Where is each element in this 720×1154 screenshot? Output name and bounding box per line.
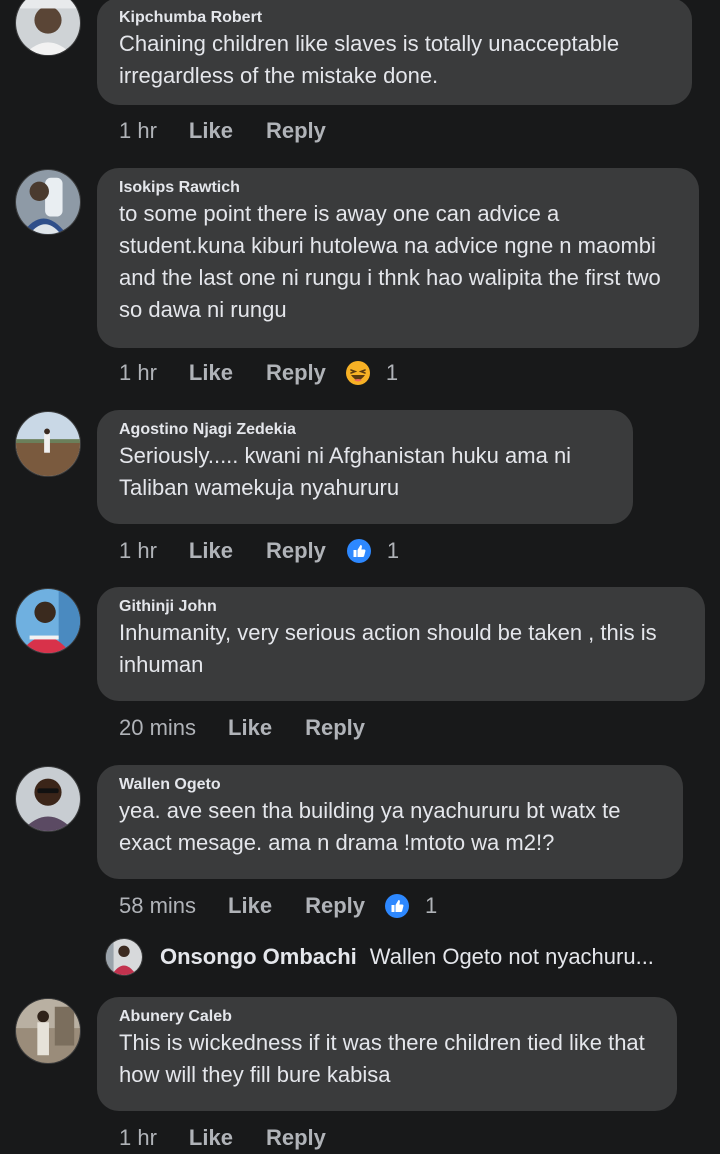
- like-thumb-icon: [385, 894, 409, 918]
- comment-author[interactable]: Wallen Ogeto: [119, 775, 661, 795]
- avatar-image: [16, 0, 80, 55]
- avatar-image: [16, 412, 80, 476]
- reaction-summary[interactable]: 1: [385, 893, 437, 919]
- comment-timestamp[interactable]: 1 hr: [119, 538, 157, 564]
- comment-timestamp[interactable]: 1 hr: [119, 1125, 157, 1151]
- reaction-summary[interactable]: 1: [346, 538, 400, 564]
- reply-text: Wallen Ogeto not nyachuru...: [369, 944, 654, 969]
- reply-button[interactable]: Reply: [266, 1125, 326, 1151]
- comment-timestamp[interactable]: 20 mins: [119, 715, 196, 741]
- comment-actions: 1 hr Like Reply: [119, 1122, 359, 1154]
- reply-button[interactable]: Reply: [266, 538, 326, 564]
- comment-bubble[interactable]: Kipchumba Robert Chaining children like …: [97, 0, 692, 105]
- like-button[interactable]: Like: [189, 538, 233, 564]
- comment-actions: 1 hr Like Reply: [119, 115, 359, 147]
- comment-text: This is wickedness if it was there child…: [119, 1030, 645, 1087]
- avatar-image: [16, 767, 80, 831]
- avatar-image: [16, 999, 80, 1063]
- comment-actions: 58 mins Like Reply 1: [119, 890, 437, 922]
- comment-bubble[interactable]: Wallen Ogeto yea. ave seen tha building …: [97, 765, 683, 879]
- reply-button[interactable]: Reply: [305, 893, 365, 919]
- reply-author[interactable]: Onsongo Ombachi: [160, 944, 357, 970]
- comment-bubble[interactable]: Abunery Caleb This is wickedness if it w…: [97, 997, 677, 1111]
- reply-preview[interactable]: Onsongo Ombachi Wallen Ogeto not nyachur…: [105, 937, 654, 977]
- comment-author[interactable]: Agostino Njagi Zedekia: [119, 420, 611, 440]
- haha-emoji-icon: [345, 361, 370, 385]
- comment-text: Seriously..... kwani ni Afghanistan huku…: [119, 443, 572, 500]
- comment-actions: 20 mins Like Reply: [119, 712, 398, 744]
- comment-timestamp[interactable]: 58 mins: [119, 893, 196, 919]
- avatar[interactable]: [15, 411, 81, 477]
- avatar-image: [106, 939, 142, 975]
- comment-author[interactable]: Kipchumba Robert: [119, 8, 670, 28]
- reply-button[interactable]: Reply: [305, 715, 365, 741]
- comment-bubble[interactable]: Agostino Njagi Zedekia Seriously..... kw…: [97, 410, 633, 524]
- avatar[interactable]: [15, 766, 81, 832]
- comment-author[interactable]: Isokips Rawtich: [119, 178, 677, 198]
- reaction-count: 1: [385, 360, 399, 385]
- comment-timestamp[interactable]: 1 hr: [119, 360, 157, 386]
- comment-author[interactable]: Githinji John: [119, 597, 683, 617]
- avatar[interactable]: [15, 998, 81, 1064]
- like-thumb-icon: [346, 539, 371, 563]
- comment-timestamp[interactable]: 1 hr: [119, 118, 157, 144]
- comment-actions: 1 hr Like Reply 1: [119, 357, 398, 389]
- avatar[interactable]: [15, 588, 81, 654]
- avatar-image: [16, 589, 80, 653]
- like-button[interactable]: Like: [189, 1125, 233, 1151]
- comment-text: to some point there is away one can advi…: [119, 201, 661, 322]
- avatar[interactable]: [15, 169, 81, 235]
- like-button[interactable]: Like: [189, 360, 233, 386]
- reply-button[interactable]: Reply: [266, 118, 326, 144]
- comment-bubble[interactable]: Githinji John Inhumanity, very serious a…: [97, 587, 705, 701]
- avatar[interactable]: [15, 0, 81, 56]
- avatar-image: [16, 170, 80, 234]
- comment-text: yea. ave seen tha building ya nyachururu…: [119, 798, 621, 855]
- reply-button[interactable]: Reply: [266, 360, 326, 386]
- like-button[interactable]: Like: [189, 118, 233, 144]
- comment-text: Inhumanity, very serious action should b…: [119, 620, 657, 677]
- avatar[interactable]: [105, 938, 143, 976]
- like-button[interactable]: Like: [228, 715, 272, 741]
- reaction-count: 1: [425, 893, 438, 918]
- comment-author[interactable]: Abunery Caleb: [119, 1007, 655, 1027]
- like-button[interactable]: Like: [228, 893, 272, 919]
- reaction-count: 1: [386, 538, 400, 563]
- comment-text: Chaining children like slaves is totally…: [119, 31, 620, 88]
- comment-actions: 1 hr Like Reply 1: [119, 535, 399, 567]
- comment-bubble[interactable]: Isokips Rawtich to some point there is a…: [97, 168, 699, 348]
- reaction-summary[interactable]: 1: [345, 360, 399, 386]
